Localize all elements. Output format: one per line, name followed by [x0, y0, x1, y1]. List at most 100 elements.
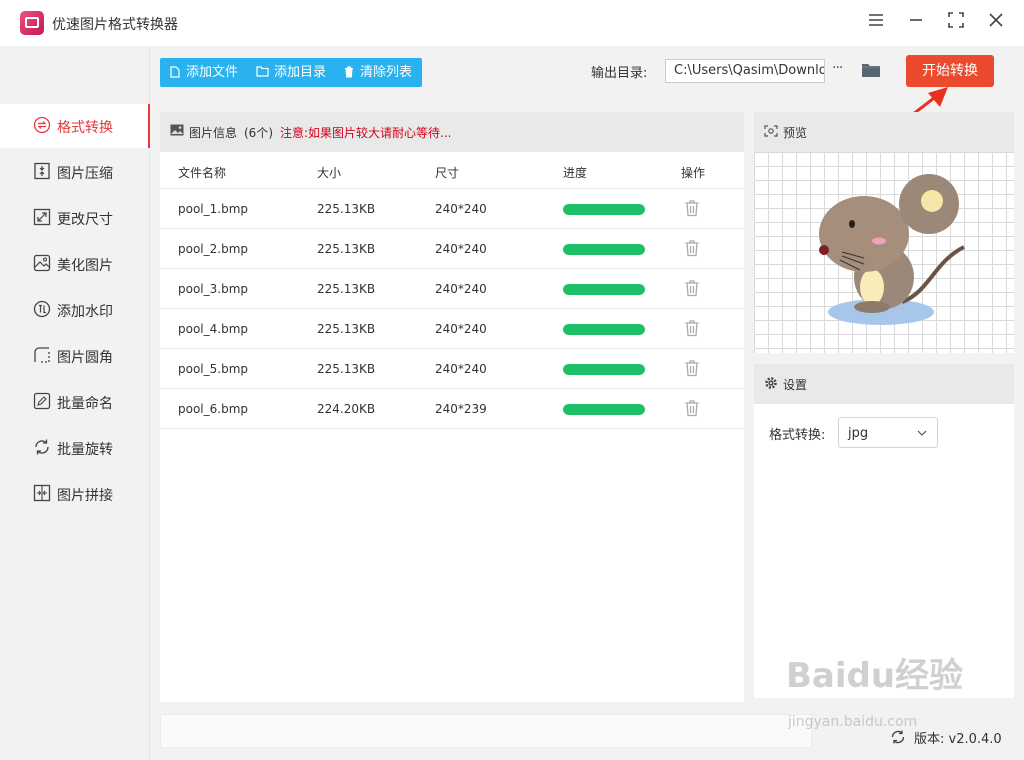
- rename-icon: [33, 392, 51, 410]
- format-select-value: jpg: [848, 426, 869, 441]
- preview-image: [754, 152, 1014, 353]
- image-icon: [170, 124, 184, 136]
- sidebar: 格式转换 图片压缩 更改尺寸 美化图片 添加水印 图片圆角 批量命名 批量旋转 …: [0, 46, 150, 760]
- file-name: pool_4.bmp: [178, 322, 249, 336]
- table-row[interactable]: pool_3.bmp 225.13KB 240*240: [160, 268, 744, 308]
- file-list-note: 注意:如果图片较大请耐心等待...: [280, 126, 452, 140]
- mouse-cartoon-icon: [819, 174, 965, 325]
- sidebar-item-watermark[interactable]: 添加水印: [0, 288, 150, 332]
- app-title: 优速图片格式转换器: [52, 17, 178, 33]
- file-size: 225.13KB: [317, 282, 376, 296]
- table-row[interactable]: pool_1.bmp 225.13KB 240*240: [160, 188, 744, 228]
- sidebar-item-label: 格式转换: [57, 120, 113, 136]
- file-dimensions: 240*240: [435, 282, 487, 296]
- progress-fill: [563, 284, 645, 295]
- sidebar-item-rotate[interactable]: 批量旋转: [0, 426, 150, 470]
- progress-bar: [563, 404, 645, 415]
- progress-fill: [563, 244, 645, 255]
- file-name: pool_6.bmp: [178, 402, 249, 416]
- file-list-title: 图片信息: [189, 126, 238, 140]
- sidebar-item-label: 更改尺寸: [57, 212, 113, 228]
- format-select[interactable]: jpg: [838, 417, 938, 448]
- preview-panel: 预览: [754, 112, 1014, 353]
- sidebar-item-compress[interactable]: 图片压缩: [0, 150, 150, 194]
- add-file-label: 添加文件: [186, 65, 239, 80]
- output-dir-input[interactable]: C:\Users\Qasim\Downlo: [665, 59, 825, 83]
- sidebar-item-label: 美化图片: [57, 258, 113, 274]
- file-name: pool_1.bmp: [178, 202, 249, 216]
- delete-icon[interactable]: [684, 279, 700, 297]
- delete-icon[interactable]: [684, 239, 700, 257]
- file-list-panel: 图片信息 (6个) 注意:如果图片较大请耐心等待... 文件名称 大小 尺寸 进…: [160, 112, 744, 702]
- gear-icon: [765, 377, 777, 389]
- preview-header: 预览: [754, 112, 1014, 152]
- progress-fill: [563, 324, 645, 335]
- open-folder-icon[interactable]: [861, 62, 881, 82]
- file-name: pool_5.bmp: [178, 362, 249, 376]
- sidebar-item-label: 批量命名: [57, 396, 113, 412]
- delete-icon[interactable]: [684, 359, 700, 377]
- clear-list-label: 清除列表: [360, 65, 413, 80]
- file-size: 225.13KB: [317, 322, 376, 336]
- minimize-icon[interactable]: [906, 12, 926, 32]
- file-name: pool_3.bmp: [178, 282, 249, 296]
- add-folder-label: 添加目录: [274, 65, 327, 80]
- sidebar-item-rename[interactable]: 批量命名: [0, 380, 150, 424]
- column-header-size: 大小: [317, 166, 342, 180]
- sidebar-item-format-convert[interactable]: 格式转换: [0, 104, 150, 148]
- sidebar-item-label: 图片压缩: [57, 166, 113, 182]
- status-strip: [160, 714, 812, 748]
- table-row[interactable]: pool_2.bmp 225.13KB 240*240: [160, 228, 744, 268]
- file-count: (6个): [244, 126, 273, 140]
- sidebar-item-resize[interactable]: 更改尺寸: [0, 196, 150, 240]
- delete-icon[interactable]: [684, 199, 700, 217]
- progress-bar: [563, 284, 645, 295]
- file-dimensions: 240*240: [435, 322, 487, 336]
- preview-title: 预览: [783, 126, 808, 140]
- add-folder-button[interactable]: 添加目录: [256, 58, 336, 87]
- app-logo-icon: [20, 11, 44, 35]
- round-corner-icon: [34, 347, 50, 363]
- settings-title: 设置: [783, 378, 808, 392]
- column-header-actions: 操作: [681, 166, 706, 180]
- file-size: 225.13KB: [317, 242, 376, 256]
- progress-bar: [563, 204, 645, 215]
- table-row[interactable]: pool_5.bmp 225.13KB 240*240: [160, 348, 744, 388]
- file-list-header: 图片信息 (6个) 注意:如果图片较大请耐心等待...: [160, 112, 744, 152]
- maximize-icon[interactable]: [946, 12, 966, 32]
- table-row[interactable]: pool_4.bmp 225.13KB 240*240: [160, 308, 744, 348]
- menu-icon[interactable]: [866, 12, 886, 32]
- toolbar-button-group: 添加文件 添加目录 清除列表: [160, 58, 422, 87]
- file-name: pool_2.bmp: [178, 242, 249, 256]
- file-size: 225.13KB: [317, 362, 376, 376]
- delete-icon[interactable]: [684, 319, 700, 337]
- start-convert-button[interactable]: 开始转换: [906, 55, 994, 87]
- sidebar-item-stitch[interactable]: 图片拼接: [0, 472, 150, 516]
- more-icon[interactable]: ···: [832, 60, 843, 76]
- progress-bar: [563, 364, 645, 375]
- add-file-button[interactable]: 添加文件: [170, 58, 250, 87]
- file-size: 225.13KB: [317, 202, 376, 216]
- sidebar-item-round-corner[interactable]: 图片圆角: [0, 334, 150, 378]
- clear-list-button[interactable]: 清除列表: [344, 58, 422, 87]
- progress-fill: [563, 364, 645, 375]
- sidebar-item-label: 图片圆角: [57, 350, 113, 366]
- file-dimensions: 240*240: [435, 202, 487, 216]
- watermark-icon: [33, 300, 51, 318]
- file-icon: [170, 66, 180, 78]
- resize-icon: [33, 208, 51, 226]
- sidebar-item-beautify[interactable]: 美化图片: [0, 242, 150, 286]
- folder-outline-icon: [256, 66, 269, 77]
- file-dimensions: 240*240: [435, 242, 487, 256]
- refresh-icon[interactable]: [890, 729, 906, 745]
- column-header-name: 文件名称: [178, 166, 227, 180]
- progress-fill: [563, 204, 645, 215]
- format-convert-icon: [33, 116, 51, 134]
- file-dimensions: 240*240: [435, 362, 487, 376]
- table-row[interactable]: pool_6.bmp 224.20KB 240*239: [160, 388, 744, 428]
- chevron-down-icon: [917, 430, 927, 436]
- beautify-icon: [33, 254, 51, 272]
- delete-icon[interactable]: [684, 399, 700, 417]
- stitch-icon: [33, 484, 51, 502]
- close-icon[interactable]: [986, 12, 1006, 32]
